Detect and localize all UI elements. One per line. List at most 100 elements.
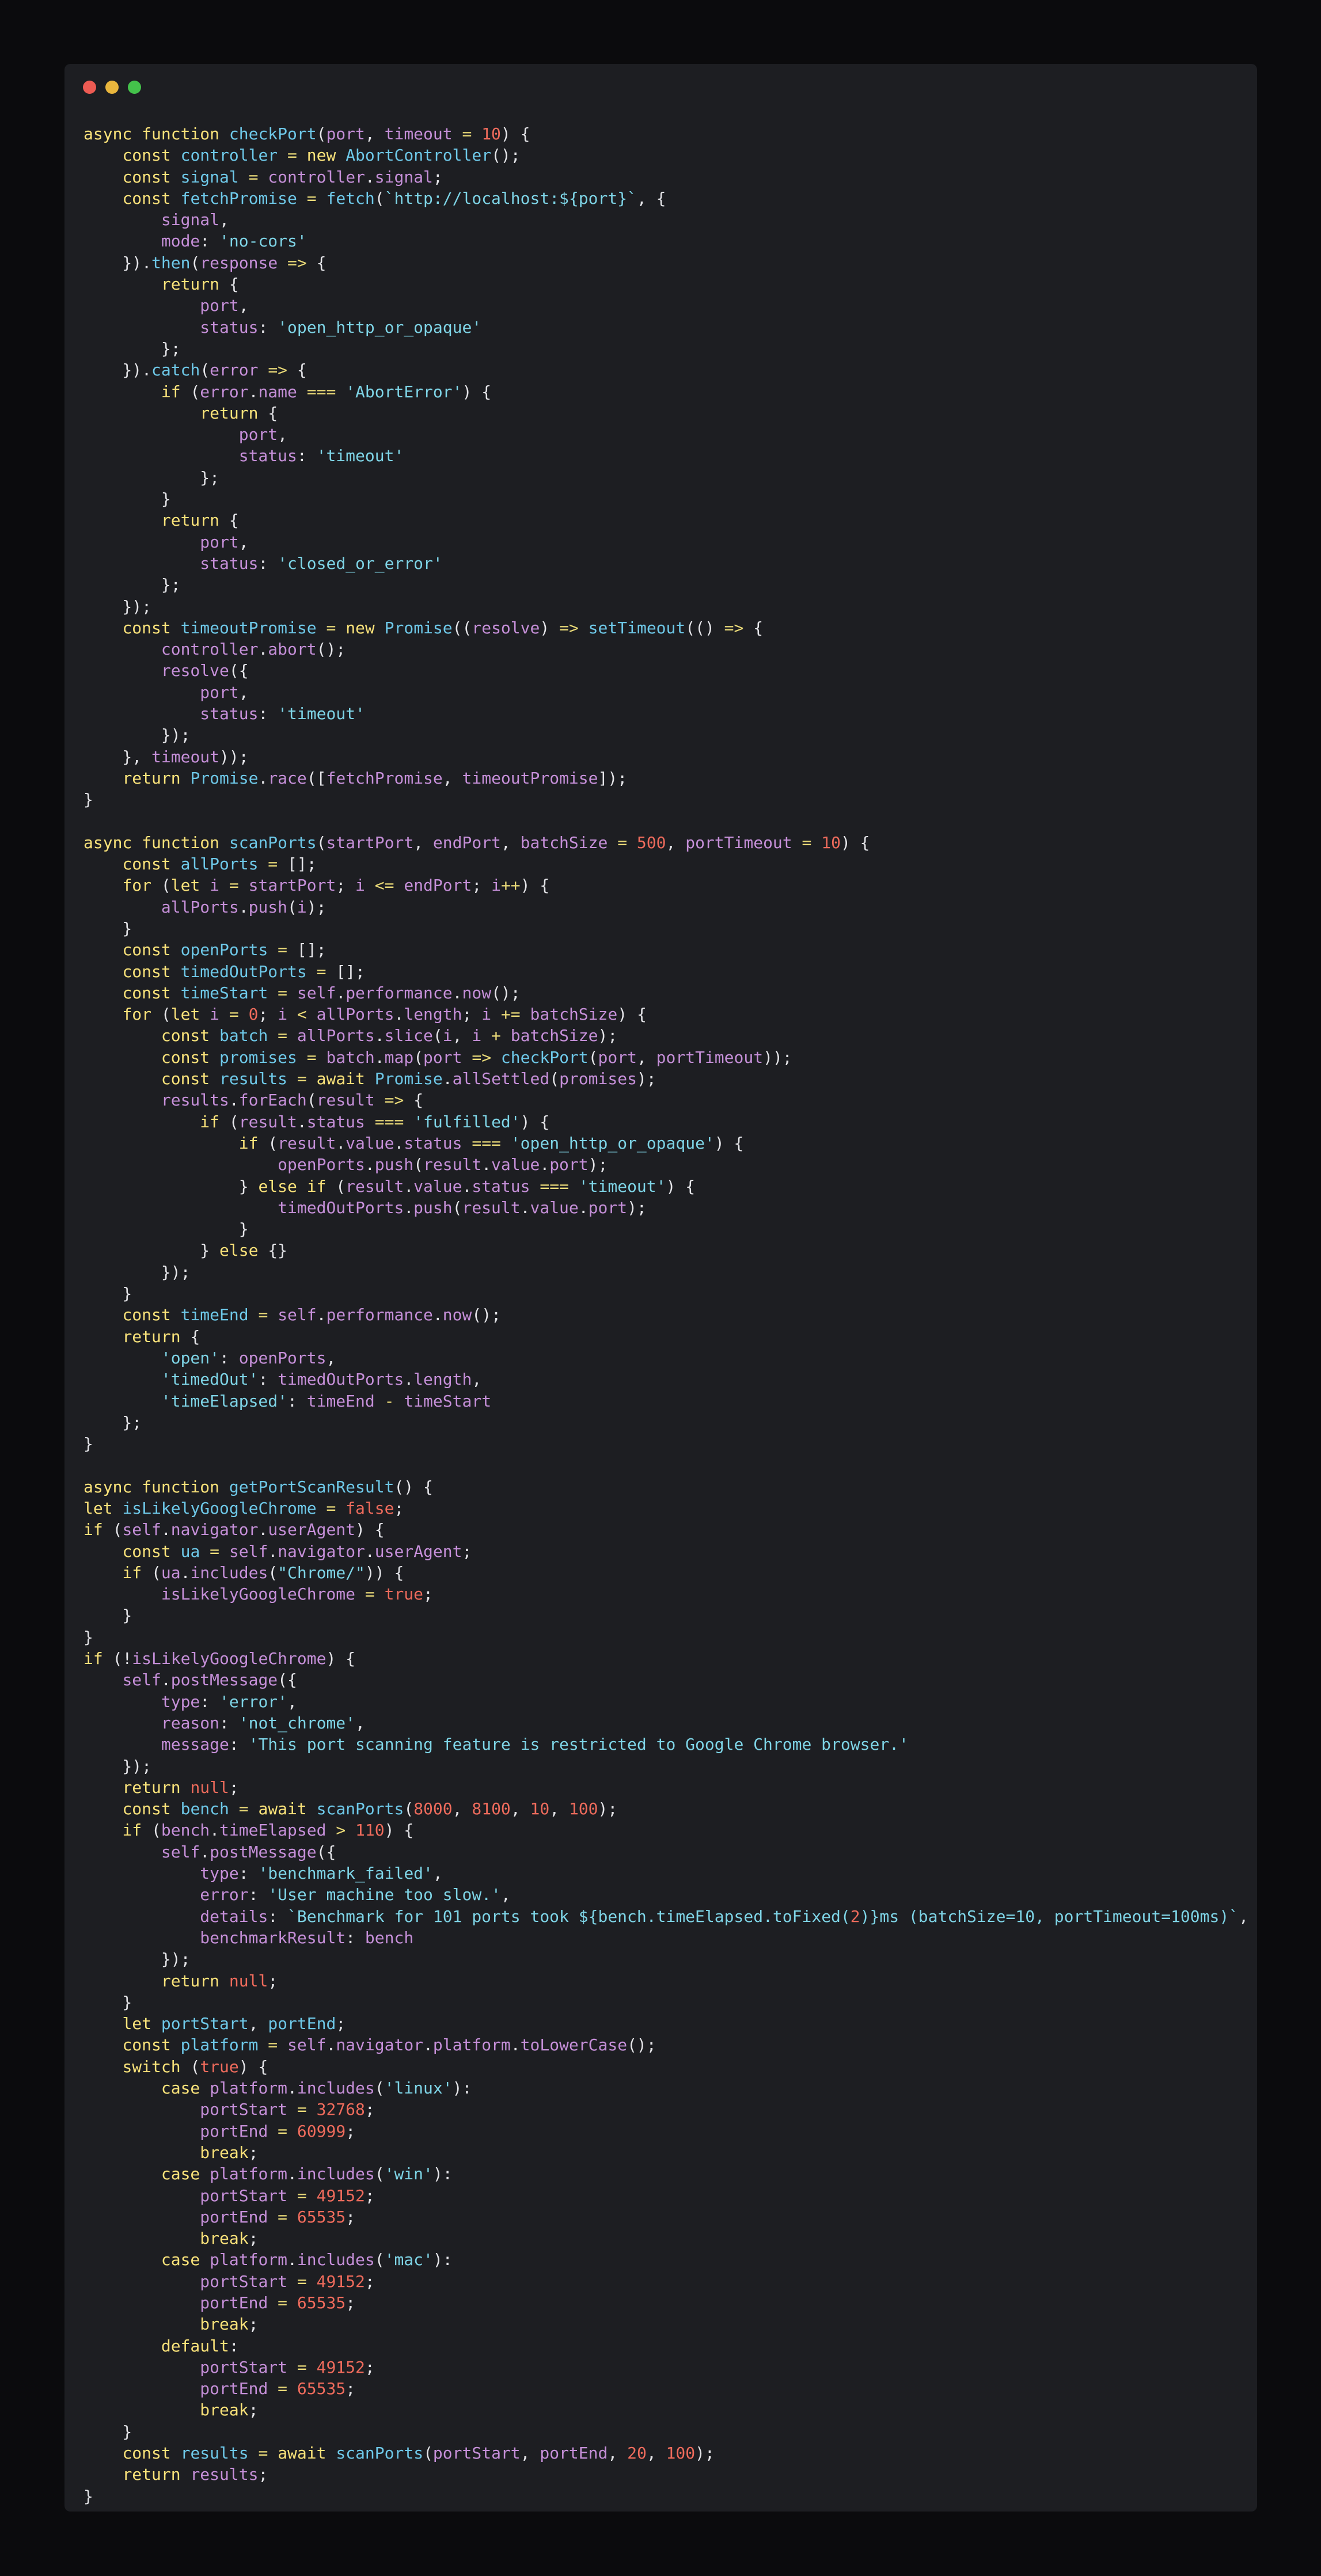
- code-token: value: [491, 1155, 540, 1175]
- code-token: promises: [219, 1047, 297, 1067]
- code-line: port,: [83, 682, 1248, 703]
- code-token: .: [287, 2079, 297, 2098]
- maximize-window-icon[interactable]: [128, 81, 141, 94]
- code-token: portStart: [200, 2186, 288, 2205]
- code-token: .: [452, 983, 462, 1002]
- code-token: .: [365, 167, 375, 187]
- code-token: }: [83, 2486, 93, 2506]
- code-line: portEnd = 65535;: [83, 2206, 1248, 2228]
- code-token: },: [83, 747, 152, 766]
- code-token: }).: [83, 253, 152, 272]
- code-token: .: [510, 2035, 521, 2055]
- code-line: status: 'timeout': [83, 703, 1248, 724]
- code-line: };: [83, 1412, 1248, 1433]
- code-token: timeoutPromise: [462, 768, 598, 788]
- code-token: (: [588, 1047, 598, 1067]
- code-line: self.postMessage({: [83, 1841, 1248, 1863]
- code-line: let portStart, portEnd;: [83, 2013, 1248, 2034]
- code-line: });: [83, 596, 1248, 617]
- code-line: }).then(response => {: [83, 252, 1248, 273]
- code-token: (: [423, 2444, 433, 2463]
- code-token: return: [122, 2465, 191, 2484]
- code-token: ua: [161, 1563, 181, 1582]
- code-token: self: [161, 1842, 200, 1861]
- code-token: port: [200, 682, 239, 702]
- code-line: isLikelyGoogleChrome = true;: [83, 1583, 1248, 1605]
- minimize-window-icon[interactable]: [105, 81, 119, 94]
- code-token: :: [200, 231, 220, 251]
- code-token: portEnd: [540, 2444, 608, 2463]
- code-line: break;: [83, 2228, 1248, 2249]
- code-token: batch: [326, 1047, 375, 1067]
- code-token: `Benchmark for 101 ports took ${bench.ti…: [287, 1906, 851, 1926]
- code-token: 8100: [472, 1799, 511, 1819]
- code-token: isLikelyGoogleChrome: [132, 1649, 327, 1669]
- code-line: type: 'error',: [83, 1691, 1248, 1712]
- code-token: push: [413, 1198, 453, 1217]
- code-line: port,: [83, 424, 1248, 445]
- code-token: fetchPromise: [180, 188, 297, 208]
- code-token: :: [258, 704, 278, 724]
- code-line: }: [83, 1605, 1248, 1626]
- code-token: timeoutPromise: [180, 618, 317, 637]
- code-token: openPorts: [180, 940, 268, 960]
- code-line: details: `Benchmark for 101 ports took $…: [83, 1906, 1248, 1927]
- code-line: benchmarkResult: bench: [83, 1927, 1248, 1948]
- code-token: null: [229, 1971, 268, 1990]
- code-token: self: [297, 983, 336, 1002]
- code-token: :: [287, 1391, 307, 1411]
- code-token: =: [268, 2293, 297, 2312]
- code-line: if (self.navigator.userAgent) {: [83, 1519, 1248, 1540]
- code-token: status: [404, 1133, 462, 1153]
- code-line: case platform.includes('linux'):: [83, 2077, 1248, 2099]
- code-token: (: [413, 1047, 424, 1067]
- code-token: if: [122, 1821, 152, 1840]
- code-token: const: [122, 1799, 181, 1819]
- code-token: platform: [210, 2164, 288, 2184]
- code-token: .: [578, 1198, 589, 1217]
- code-token: allPorts: [161, 897, 239, 917]
- close-window-icon[interactable]: [83, 81, 96, 94]
- code-token: =>: [374, 1091, 414, 1110]
- code-token: await: [316, 1069, 375, 1089]
- code-token: i: [442, 1026, 453, 1046]
- code-line: async function scanPorts(startPort, endP…: [83, 832, 1248, 853]
- code-token: results: [161, 1091, 229, 1110]
- code-token: ;: [432, 167, 443, 187]
- code-token: ,: [608, 2444, 628, 2463]
- code-token: =>: [278, 253, 317, 272]
- code-token: .: [200, 1842, 210, 1861]
- code-token: ,: [432, 1864, 443, 1883]
- code-line: }: [83, 2421, 1248, 2442]
- code-token: status: [200, 317, 259, 337]
- code-token: userAgent: [268, 1520, 356, 1540]
- code-token: 'timeout': [316, 446, 404, 466]
- code-token: timeStart: [180, 983, 268, 1002]
- code-token: ;: [268, 1971, 278, 1990]
- code-token: case: [161, 2079, 210, 2098]
- code-token: }: [83, 1434, 93, 1454]
- code-token: ();: [491, 983, 521, 1002]
- code-line: default:: [83, 2335, 1248, 2357]
- code-token: =: [229, 1799, 259, 1819]
- code-token: portStart: [200, 2100, 288, 2119]
- code-token: for: [122, 876, 161, 895]
- code-line: const timedOutPorts = [];: [83, 961, 1248, 982]
- code-token: .: [462, 1176, 472, 1196]
